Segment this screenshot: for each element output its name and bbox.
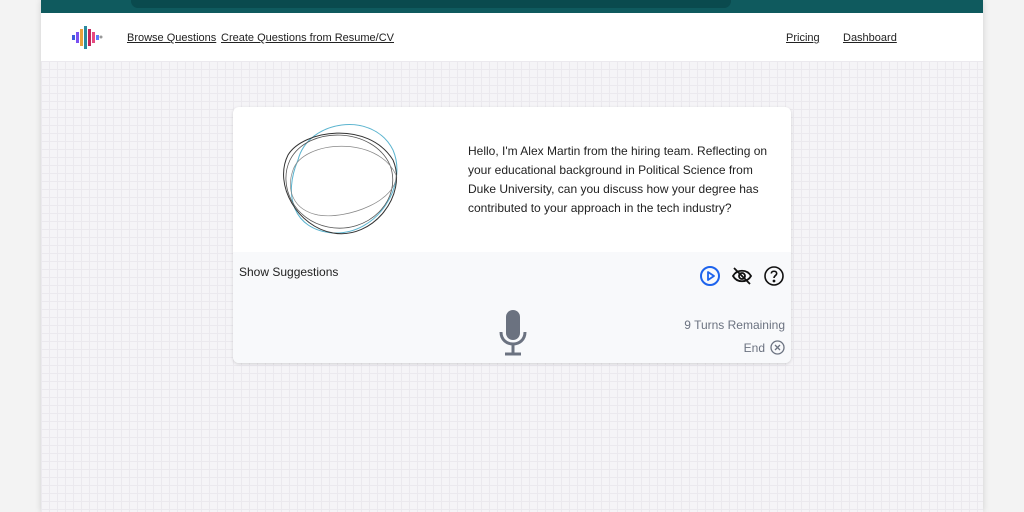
- interviewer-question: Hello, I'm Alex Martin from the hiring t…: [468, 144, 768, 215]
- end-button[interactable]: End: [744, 340, 785, 355]
- controls-panel: Show Suggestions 9 Turns Remaining End: [233, 252, 791, 363]
- close-circle-icon: [770, 340, 785, 355]
- help-icon[interactable]: [763, 265, 785, 287]
- show-suggestions-toggle[interactable]: Show Suggestions: [239, 265, 338, 279]
- eye-off-icon[interactable]: [731, 265, 753, 287]
- browser-window: Browse Questions Create Questions from R…: [41, 0, 983, 512]
- browse-questions-link[interactable]: Browse Questions: [127, 32, 216, 44]
- browser-toolbar: [41, 0, 983, 13]
- interview-card: Hello, I'm Alex Martin from the hiring t…: [233, 107, 791, 363]
- end-label: End: [743, 340, 765, 355]
- logo-icon[interactable]: [70, 24, 106, 52]
- address-bar[interactable]: [131, 0, 731, 8]
- dashboard-link[interactable]: Dashboard: [843, 32, 897, 44]
- pricing-link[interactable]: Pricing: [786, 32, 820, 44]
- play-icon[interactable]: [699, 265, 721, 287]
- turns-remaining: 9 Turns Remaining: [684, 318, 785, 332]
- voice-visualizer: [283, 124, 398, 235]
- top-nav: Browse Questions Create Questions from R…: [41, 13, 983, 61]
- create-questions-link[interactable]: Create Questions from Resume/CV: [221, 32, 394, 44]
- microphone-button[interactable]: [498, 310, 528, 356]
